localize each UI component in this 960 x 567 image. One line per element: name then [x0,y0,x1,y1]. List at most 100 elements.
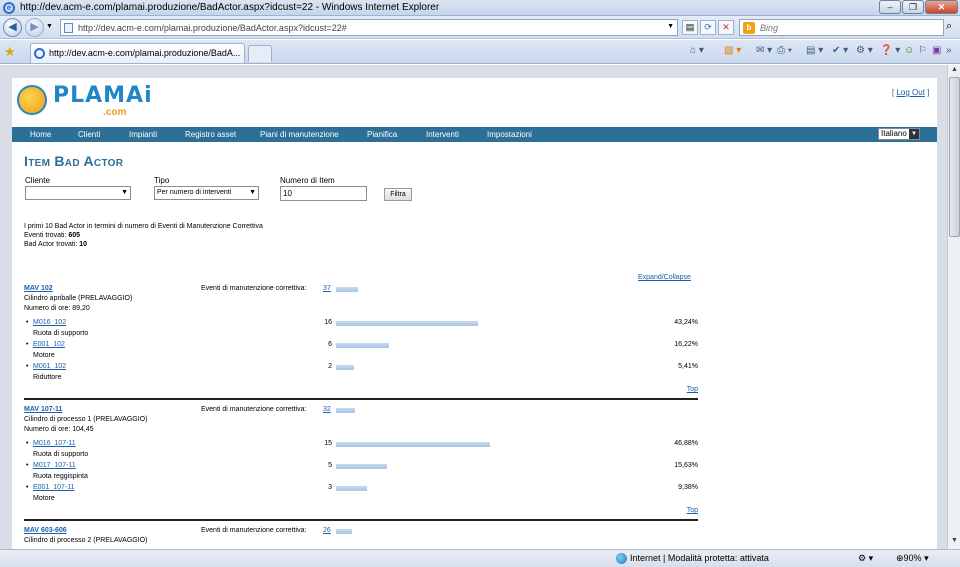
bad-value: 10 [79,241,88,248]
cliente-select[interactable]: ▼ [25,186,131,200]
top-link[interactable]: Top [687,507,698,514]
protected-mode-icon[interactable]: ⚙ ▾ [858,553,873,564]
menu-piani-manutenzione[interactable]: Piani di manutenzione [260,130,339,139]
bad-actor-group: MAV 102 Cilindro apriballe (PRELAVAGGIO)… [24,285,698,400]
events-label: Eventi di manutenzione correttiva: [201,527,307,534]
item-desc: Ruota reggispinta [33,473,88,480]
filtra-button[interactable]: Filtra [384,188,412,201]
favorites-star-icon[interactable]: ★ [4,44,16,60]
menu-pianifica[interactable]: Pianifica [367,130,397,139]
item-desc: Motore [33,495,55,502]
expand-collapse-link[interactable]: Expand/Collapse [638,274,691,281]
print-icon[interactable]: ⎙ ▾ [777,44,792,58]
forward-button[interactable]: ▶ [25,18,44,37]
feeds-icon[interactable]: ▧ ▾ [724,44,741,58]
history-dropdown-icon[interactable]: ▼ [46,23,53,30]
menu-impianti[interactable]: Impianti [129,130,157,139]
refresh-icon[interactable]: ⟳ [700,20,716,35]
list-item: • E001_107-11 Motore 3 9,38% [24,484,698,506]
list-item: • M016_107-11 Ruota di supporto 15 46,88… [24,440,698,462]
item-bar [336,365,354,370]
research-icon[interactable]: ⚐ [918,44,927,58]
menu-impostazioni[interactable]: Impostazioni [487,130,532,139]
url-dropdown-icon[interactable]: ▼ [667,23,674,30]
item-pct: 46,88% [674,440,698,447]
scroll-down-icon[interactable]: ▼ [949,537,960,547]
events-count-link[interactable]: 26 [323,527,331,534]
item-desc: Riduttore [33,374,62,381]
group-name-link[interactable]: MAV 107-11 [24,406,62,413]
stop-icon[interactable]: ✕ [718,20,734,35]
eventi-trovati: Eventi trovati: 605 [24,232,80,239]
bullet: • [26,462,29,469]
address-bar-row: ◀ ▶ ▼ http://dev.acm-e.com/plamai.produz… [0,16,960,39]
item-bar [336,486,367,491]
chevron-down-icon: ▼ [249,189,256,196]
item-bar [336,442,490,447]
item-bar [336,343,389,348]
compatibility-icon[interactable]: ▤ [682,20,698,35]
group-hours: Numero di ore: 89,20 [24,305,90,312]
item-code-link[interactable]: E001_107-11 [33,484,75,491]
events-count-link[interactable]: 32 [323,406,331,413]
main-menu: Home Clienti Impianti Registro asset Pia… [12,127,937,142]
home-icon[interactable]: ⌂ ▾ [690,44,704,58]
internet-zone-icon [616,553,627,564]
scrollbar-thumb[interactable] [949,77,960,237]
onenote-icon[interactable]: ▣ [932,44,941,58]
bullet: • [26,363,29,370]
search-icon[interactable]: ⌕ [946,20,952,33]
events-label: Eventi di manutenzione correttiva: [201,406,307,413]
events-count-link[interactable]: 37 [323,285,331,292]
language-select[interactable]: Italiano ▼ [878,128,920,140]
divider [24,398,698,400]
tab-title: http://dev.acm-e.com/plamai.produzione/B… [49,48,241,58]
tools-gear-icon[interactable]: ⚙ ▾ [856,44,873,58]
item-pct: 5,41% [678,363,698,370]
new-tab-button[interactable] [248,45,272,62]
item-code-link[interactable]: E001_102 [33,341,65,348]
scroll-up-icon[interactable]: ▲ [949,66,960,76]
page-menu-icon[interactable]: ▤ ▾ [806,44,823,58]
top-link[interactable]: Top [687,386,698,393]
search-field[interactable]: b [739,19,944,36]
menu-clienti[interactable]: Clienti [78,130,100,139]
messenger-icon[interactable]: ☺ [904,44,914,58]
plamai-logo[interactable]: PLAMAi .com [17,83,152,119]
back-button[interactable]: ◀ [3,18,22,37]
mail-icon[interactable]: ✉ ▾ [756,44,772,58]
item-code-link[interactable]: M016_107-11 [33,440,76,447]
page-title: Item Bad Actor [24,153,124,169]
events-bar [336,408,355,413]
maximize-button[interactable]: ❐ [902,0,924,14]
item-desc: Motore [33,352,55,359]
item-count: 2 [328,363,332,370]
search-input[interactable] [760,21,940,34]
page-viewport: PLAMAi .com [ Log Out ] Home Clienti Imp… [0,65,947,549]
menu-home[interactable]: Home [30,130,51,139]
menu-registro-asset[interactable]: Registro asset [185,130,236,139]
numero-item-input[interactable] [280,186,367,201]
more-tools-icon[interactable]: » [946,44,952,58]
url-field[interactable]: http://dev.acm-e.com/plamai.produzione/B… [60,19,678,36]
minimize-button[interactable]: – [879,0,901,14]
logout-link[interactable]: Log Out [896,88,924,97]
item-code-link[interactable]: M017_107-11 [33,462,76,469]
close-window-button[interactable]: ✕ [925,0,958,14]
group-name-link[interactable]: MAV 603-606 [24,527,67,534]
item-pct: 16,22% [674,341,698,348]
item-desc: Ruota di supporto [33,330,89,337]
item-code-link[interactable]: M016_102 [33,319,66,326]
vertical-scrollbar[interactable]: ▲ ▼ [947,65,960,549]
zoom-level[interactable]: ⊕90% ▾ [896,553,929,564]
tipo-select[interactable]: Per numero di interventi ▼ [154,186,259,200]
safety-icon[interactable]: ✔ ▾ [832,44,848,58]
menu-interventi[interactable]: Interventi [426,130,459,139]
item-count: 15 [324,440,332,447]
list-item: • E001_102 Motore 6 16,22% [24,341,698,363]
tab-current[interactable]: http://dev.acm-e.com/plamai.produzione/B… [30,43,245,63]
tipo-label: Tipo [154,176,170,185]
item-code-link[interactable]: M001_102 [33,363,66,370]
group-name-link[interactable]: MAV 102 [24,285,53,292]
help-icon[interactable]: ❓ ▾ [880,44,900,58]
